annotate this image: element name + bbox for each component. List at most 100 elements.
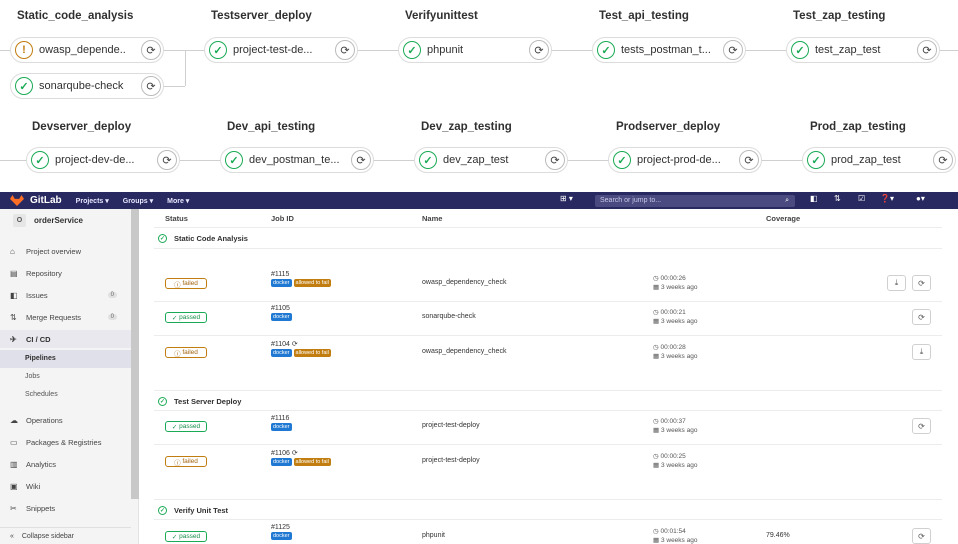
- sidebar-subitem-pipelines[interactable]: Pipelines: [0, 350, 131, 368]
- retry-icon[interactable]: ⟳: [351, 150, 371, 170]
- pipeline-job[interactable]: ✓ project-test-de... ⟳: [204, 37, 358, 63]
- pipeline-job[interactable]: ✓ dev_postman_te... ⟳: [220, 147, 374, 173]
- retry-button[interactable]: ⟳: [912, 309, 931, 325]
- sidebar-subitem-schedules[interactable]: Schedules: [0, 386, 131, 404]
- search-placeholder: Search or jump to...: [600, 197, 662, 204]
- sidebar-item-label: Operations: [26, 415, 63, 425]
- pipeline-job[interactable]: ! owasp_depende.. ⟳: [10, 37, 164, 63]
- sidebar-item-analytics[interactable]: ▥ Analytics: [0, 455, 131, 473]
- pipeline-graph: Static_code_analysis Testserver_deploy V…: [0, 0, 958, 190]
- merge-requests-nav-icon[interactable]: ⇅: [834, 194, 841, 203]
- retry-button[interactable]: ⟳: [912, 528, 931, 544]
- status-badge[interactable]: ✓ passed: [165, 421, 207, 432]
- status-badge[interactable]: ⓘ failed: [165, 456, 207, 467]
- pipeline-job[interactable]: ✓ prod_zap_test ⟳: [802, 147, 956, 173]
- retry-icon[interactable]: ⟳: [335, 40, 355, 60]
- sidebar-item-merge-requests[interactable]: ⇅ Merge Requests 0: [0, 308, 131, 326]
- tag-badge: docker: [271, 458, 292, 466]
- sidebar-item-label: Analytics: [26, 459, 57, 469]
- projects-menu[interactable]: Projects ▾: [76, 197, 109, 205]
- gitlab-logo[interactable]: GitLab: [10, 195, 62, 206]
- tag-badge: docker: [271, 349, 292, 357]
- pipeline-job[interactable]: ✓ test_zap_test ⟳: [786, 37, 940, 63]
- pipeline-job[interactable]: ✓ dev_zap_test ⟳: [414, 147, 568, 173]
- job-name[interactable]: phpunit: [422, 532, 445, 539]
- double-chevron-left-icon: «: [10, 533, 14, 540]
- job-name: project-dev-de...: [55, 154, 135, 166]
- pipeline-job[interactable]: ✓ sonarqube-check ⟳: [10, 73, 164, 99]
- retry-icon[interactable]: ⟳: [933, 150, 953, 170]
- job-id-link[interactable]: #1125: [271, 524, 294, 531]
- job-id: #1106 ⟳ docker allowed to fail: [271, 449, 333, 466]
- count-badge: 0: [107, 292, 117, 298]
- groups-menu[interactable]: Groups ▾: [123, 197, 153, 205]
- download-artifacts-button[interactable]: ⤓: [887, 275, 906, 291]
- help-icon[interactable]: ❓▾: [880, 194, 894, 203]
- download-artifacts-button[interactable]: ⤓: [912, 344, 931, 360]
- status-text: failed: [182, 349, 198, 356]
- project-avatar: O: [13, 213, 26, 227]
- user-avatar-icon[interactable]: ●▾: [916, 194, 925, 203]
- job-name[interactable]: sonarqube-check: [422, 313, 476, 320]
- check-icon: ✓: [597, 41, 615, 59]
- pipeline-job[interactable]: ✓ project-prod-de... ⟳: [608, 147, 762, 173]
- retry-icon[interactable]: ⟳: [739, 150, 759, 170]
- retry-icon[interactable]: ⟳: [141, 40, 161, 60]
- retry-icon[interactable]: ⟳: [917, 40, 937, 60]
- duration: 00:00:37: [660, 418, 686, 425]
- retry-icon[interactable]: ⟳: [141, 76, 161, 96]
- issues-nav-icon[interactable]: ◧: [810, 194, 818, 203]
- job-name[interactable]: project-test-deploy: [422, 422, 480, 429]
- job-name[interactable]: owasp_dependency_check: [422, 348, 506, 355]
- status-badge[interactable]: ✓ passed: [165, 312, 207, 323]
- collapse-sidebar-button[interactable]: « Collapse sidebar: [0, 527, 131, 544]
- duration: 00:00:25: [660, 453, 686, 460]
- calendar-icon: ▦: [653, 318, 661, 325]
- job-id-link[interactable]: #1105: [271, 305, 294, 312]
- new-dropdown-icon[interactable]: ⊞ ▾: [560, 194, 573, 203]
- sidebar-item-project-overview[interactable]: ⌂ Project overview: [0, 242, 131, 260]
- sidebar-subitem-jobs[interactable]: Jobs: [0, 368, 131, 386]
- retry-icon[interactable]: ⟳: [157, 150, 177, 170]
- project-header[interactable]: O orderService: [0, 209, 138, 231]
- todos-nav-icon[interactable]: ☑: [858, 194, 865, 203]
- collapse-label: Collapse sidebar: [21, 533, 75, 540]
- sidebar-item-packages[interactable]: ▭ Packages & Registries: [0, 433, 131, 451]
- warning-icon: ⓘ: [174, 459, 183, 467]
- pipeline-job[interactable]: ✓ project-dev-de... ⟳: [26, 147, 180, 173]
- status-text: failed: [182, 458, 198, 465]
- status-badge[interactable]: ✓ passed: [165, 531, 207, 542]
- retried-icon: ⟳: [291, 450, 298, 457]
- sidebar-item-repository[interactable]: ▤ Repository: [0, 264, 131, 282]
- job-timing: ◷ 00:00:25 ▦ 3 weeks ago: [653, 452, 697, 470]
- job-id-link[interactable]: #1116: [271, 415, 294, 422]
- sidebar-item-issues[interactable]: ◧ Issues 0: [0, 286, 131, 304]
- sidebar-item-snippets[interactable]: ✂ Snippets: [0, 499, 131, 517]
- pipeline-job[interactable]: ✓ tests_postman_t... ⟳: [592, 37, 746, 63]
- retry-icon[interactable]: ⟳: [545, 150, 565, 170]
- status-badge[interactable]: ⓘ failed: [165, 347, 207, 358]
- job-name[interactable]: owasp_dependency_check: [422, 279, 506, 286]
- sidebar-item-ci-cd[interactable]: ✈ CI / CD: [0, 330, 131, 348]
- sidebar-item-label: Merge Requests: [26, 312, 82, 322]
- retry-button[interactable]: ⟳: [912, 418, 931, 434]
- retry-icon[interactable]: ⟳: [529, 40, 549, 60]
- job-name[interactable]: project-test-deploy: [422, 457, 480, 464]
- sidebar-scrollbar[interactable]: [131, 209, 139, 499]
- job-id-link[interactable]: #1104: [271, 341, 290, 348]
- check-icon: ✓: [791, 41, 809, 59]
- job-id-link[interactable]: #1106: [271, 450, 290, 457]
- sidebar-item-wiki[interactable]: ▣ Wiki: [0, 477, 131, 495]
- pipeline-job[interactable]: ✓ phpunit ⟳: [398, 37, 552, 63]
- coverage-value: 79.46%: [766, 532, 790, 539]
- status-badge[interactable]: ⓘ failed: [165, 278, 207, 289]
- gitlab-window: GitLab Projects ▾ Groups ▾ More ▾ ⊞ ▾ Se…: [0, 192, 958, 544]
- search-input[interactable]: Search or jump to... ⌕: [595, 195, 795, 207]
- finished-at: 3 weeks ago: [660, 353, 698, 360]
- more-menu[interactable]: More ▾: [167, 197, 189, 205]
- sidebar-item-operations[interactable]: ☁ Operations: [0, 411, 131, 429]
- job-id-link[interactable]: #1115: [271, 271, 333, 278]
- job-name: tests_postman_t...: [621, 44, 711, 56]
- retry-icon[interactable]: ⟳: [723, 40, 743, 60]
- retry-button[interactable]: ⟳: [912, 275, 931, 291]
